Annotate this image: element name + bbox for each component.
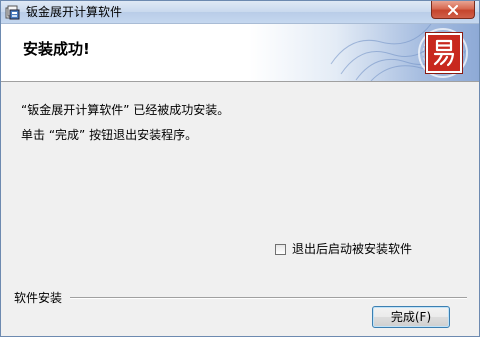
window-title: 钣金展开计算软件 <box>26 5 123 19</box>
launch-after-exit-option[interactable]: 退出后启动被安装软件 <box>275 241 412 257</box>
instruction-message: 单击 “完成” 按钮退出安装程序。 <box>21 128 198 142</box>
header-banner: 安装成功! <box>1 24 479 82</box>
close-icon <box>448 4 458 15</box>
finish-button-label: 完成(F) <box>390 310 432 324</box>
installer-window: 钣金展开计算软件 安装成功! “钣金展开计算软件” 已经被成功安装。 单击 “完… <box>0 0 480 337</box>
launch-after-exit-checkbox[interactable] <box>275 243 286 255</box>
launch-after-exit-label[interactable]: 退出后启动被安装软件 <box>292 241 412 257</box>
logo-glyph-icon <box>433 39 455 67</box>
footer-divider <box>70 297 467 299</box>
title-bar[interactable]: 钣金展开计算软件 <box>1 1 479 24</box>
installer-app-icon <box>5 5 20 20</box>
close-button[interactable] <box>431 1 475 19</box>
brand-logo <box>426 33 462 73</box>
page-title: 安装成功! <box>23 40 90 58</box>
finish-button[interactable]: 完成(F) <box>372 306 450 328</box>
footer-group-label: 软件安装 <box>14 291 63 305</box>
success-message: “钣金展开计算软件” 已经被成功安装。 <box>21 103 230 117</box>
